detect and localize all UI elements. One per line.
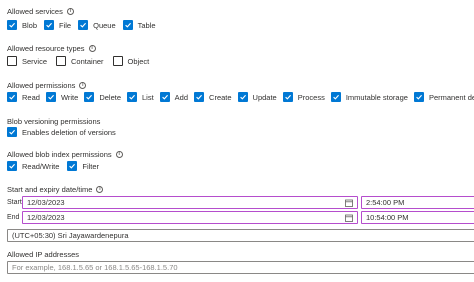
blob-index-label: Allowed blob index permissions i [7, 150, 123, 159]
blob-versioning-group: Enables deletion of versions [7, 127, 123, 137]
checkbox-add[interactable]: Add [159, 92, 188, 102]
checkbox-unchecked-icon[interactable] [112, 56, 123, 66]
info-icon[interactable]: i [115, 151, 123, 158]
checkbox-process[interactable]: Process [282, 92, 325, 102]
allowed-services-group: Blob File Queue Table [7, 20, 163, 30]
checkbox-service[interactable]: Service [7, 56, 47, 66]
end-time-picker[interactable]: 10:54:00 PM [361, 211, 474, 224]
checkbox-checked-icon[interactable] [84, 92, 95, 102]
start-label: Start [7, 199, 22, 206]
checkbox-read-write[interactable]: Read/Write [7, 161, 59, 171]
checkbox-create[interactable]: Create [194, 92, 232, 102]
checkbox-file[interactable]: File [44, 20, 71, 30]
start-date-picker[interactable]: 12/03/2023 [22, 196, 358, 209]
info-icon[interactable]: i [96, 186, 104, 193]
allowed-permissions-group: Read Write Delete List Add Create Update… [7, 92, 474, 102]
checkbox-queue[interactable]: Queue [78, 20, 116, 30]
checkbox-blob[interactable]: Blob [7, 20, 37, 30]
checkbox-filter[interactable]: Filter [67, 161, 99, 171]
checkbox-unchecked-icon[interactable] [56, 56, 67, 66]
allowed-services-label: Allowed services i [7, 7, 74, 16]
blob-index-group: Read/Write Filter [7, 161, 106, 171]
checkbox-checked-icon[interactable] [7, 161, 17, 171]
checkbox-read[interactable]: Read [7, 92, 40, 102]
checkbox-checked-icon[interactable] [44, 20, 55, 30]
checkbox-permanent-delete[interactable]: Permanent delete [413, 92, 474, 102]
checkbox-checked-icon[interactable] [330, 92, 341, 102]
checkbox-container[interactable]: Container [56, 56, 104, 66]
blob-versioning-label: Blob versioning permissions [7, 117, 101, 126]
checkbox-checked-icon[interactable] [7, 127, 17, 137]
info-icon[interactable]: i [66, 8, 74, 15]
checkbox-checked-icon[interactable] [194, 92, 205, 102]
checkbox-checked-icon[interactable] [45, 92, 56, 102]
calendar-icon[interactable] [343, 199, 355, 207]
timezone-dropdown[interactable]: (UTC+05:30) Sri Jayawardenepura [7, 229, 474, 242]
checkbox-unchecked-icon[interactable] [7, 56, 17, 66]
start-time-picker[interactable]: 2:54:00 PM [361, 196, 474, 209]
checkbox-checked-icon[interactable] [7, 92, 17, 102]
info-icon[interactable]: i [88, 45, 96, 52]
checkbox-checked-icon[interactable] [237, 92, 248, 102]
checkbox-delete[interactable]: Delete [84, 92, 121, 102]
checkbox-list[interactable]: List [127, 92, 154, 102]
checkbox-checked-icon[interactable] [159, 92, 170, 102]
checkbox-object[interactable]: Object [112, 56, 149, 66]
checkbox-update[interactable]: Update [237, 92, 277, 102]
checkbox-checked-icon[interactable] [413, 92, 424, 102]
allowed-ip-label: Allowed IP addresses [7, 250, 79, 259]
allowed-resource-types-group: Service Container Object [7, 56, 156, 66]
calendar-icon[interactable] [343, 214, 355, 222]
checkbox-checked-icon[interactable] [7, 20, 17, 30]
end-date-picker[interactable]: 12/03/2023 [22, 211, 358, 224]
end-label: End [7, 214, 20, 221]
checkbox-enable-version-deletion[interactable]: Enables deletion of versions [7, 127, 116, 137]
expiry-label: Start and expiry date/time i [7, 185, 104, 194]
allowed-resource-types-label: Allowed resource types i [7, 44, 96, 53]
allowed-ip-input[interactable]: For example, 168.1.5.65 or 168.1.5.65-16… [7, 261, 474, 274]
checkbox-checked-icon[interactable] [282, 92, 293, 102]
info-icon[interactable]: i [79, 82, 87, 89]
checkbox-checked-icon[interactable] [67, 161, 78, 171]
allowed-permissions-label: Allowed permissions i [7, 81, 87, 90]
checkbox-checked-icon[interactable] [127, 92, 137, 102]
checkbox-checked-icon[interactable] [78, 20, 89, 30]
checkbox-immutable-storage[interactable]: Immutable storage [330, 92, 408, 102]
checkbox-checked-icon[interactable] [122, 20, 133, 30]
checkbox-table[interactable]: Table [122, 20, 156, 30]
checkbox-write[interactable]: Write [45, 92, 78, 102]
